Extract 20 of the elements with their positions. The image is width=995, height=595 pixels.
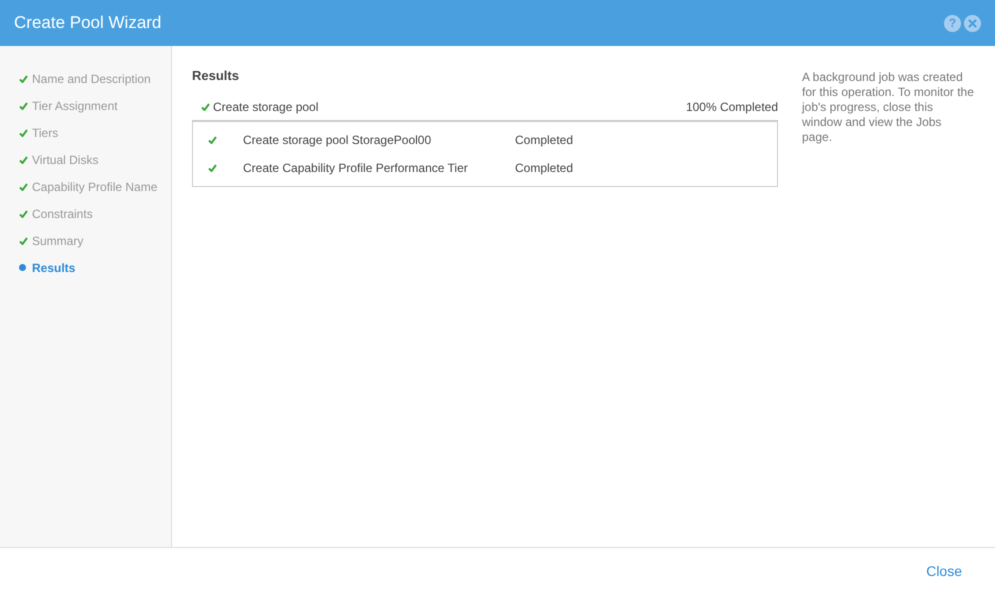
wizard-step[interactable]: Tiers xyxy=(32,124,58,142)
help-button[interactable]: ? xyxy=(944,14,961,32)
job-name: Create storage pool xyxy=(213,98,318,116)
task-name: Create Capability Profile Performance Tier xyxy=(243,160,469,176)
wizard-step[interactable]: Name and Description xyxy=(32,70,151,88)
wizard-step[interactable]: Virtual Disks xyxy=(32,150,98,168)
task-name: Create storage pool StoragePool00 xyxy=(243,132,432,148)
close-icon[interactable] xyxy=(964,14,981,32)
wizard-step[interactable]: Constraints xyxy=(32,204,93,222)
progress-text: 100% Completed xyxy=(686,98,778,116)
section-heading: Results xyxy=(192,67,240,85)
task-status: Completed xyxy=(515,160,574,176)
wizard-step[interactable]: Results xyxy=(32,258,76,276)
task-status: Completed xyxy=(515,132,574,148)
window-title: Create Pool Wizard xyxy=(14,12,162,34)
close-link[interactable]: Close xyxy=(926,561,962,582)
wizard-step[interactable]: Tier Assignment xyxy=(32,96,118,114)
info-text: A background job was created for this operation. To monitor the job's progress, close this window and view the Jobs page. xyxy=(802,69,974,146)
wizard-step[interactable]: Summary xyxy=(32,232,84,250)
wizard-step[interactable]: Capability Profile Name xyxy=(32,178,158,196)
